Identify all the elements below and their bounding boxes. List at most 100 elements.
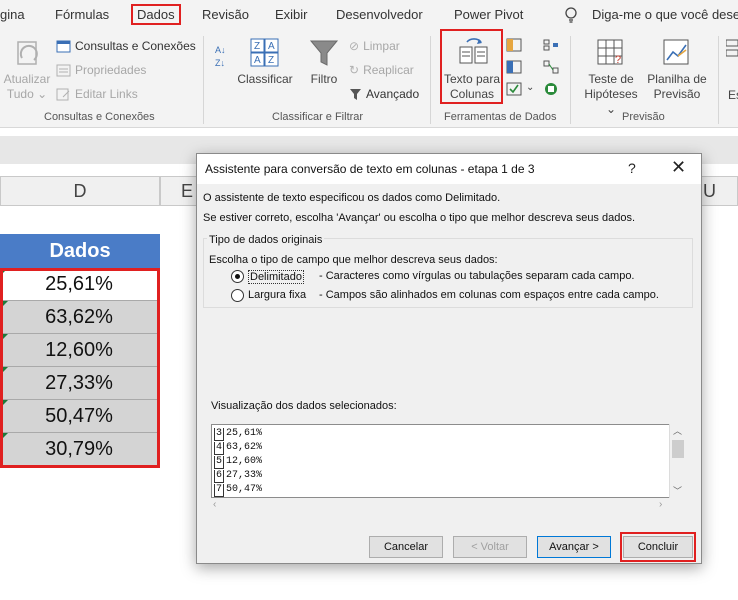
tab-revisao[interactable]: Revisão [202,7,249,22]
preview-vertical-scrollbar[interactable]: ︿ ﹀ [669,424,685,498]
preview-row: 6 27,33% [214,470,262,483]
atualizar-label-2: Tudo ⌄ [6,87,48,101]
preview-horizontal-scrollbar[interactable]: ‹ › [211,498,669,514]
dialog-info-line-1: O assistente de texto especificou os dad… [203,192,501,204]
reapply-icon: ↻ [349,63,360,77]
preview-row: 5 12,60% [214,456,262,469]
propriedades-label: Propriedades [75,63,147,77]
preview-row: 4 63,62% [214,442,262,455]
teste-hipoteses-label-1: Teste de [588,72,634,86]
reaplicar-label: Reaplicar [363,63,414,77]
data-preview-box[interactable]: 3 25,61% 4 63,62% 5 12,60% 6 27,33% 7 50,47% [211,424,685,498]
avancar-button[interactable]: Avançar > [537,536,611,558]
svg-text:A: A [254,55,261,66]
preview-row-value: 12,60% [226,456,263,467]
dialog-info-line-2: Se estiver correto, escolha 'Avançar' ou… [203,212,636,224]
preview-row-number: 7 [214,484,224,497]
preview-row-value: 50,47% [226,484,263,495]
sort-dialog-icon: Z A A Z [250,38,279,67]
ribbon-separator [203,36,204,124]
ribbon-tab-bar: gina Fórmulas Dados Revisão Exibir Desen… [0,0,738,32]
column-header-e[interactable]: E [160,176,200,206]
chevron-down-icon[interactable]: ⌄ [526,82,534,93]
preview-row-value: 63,62% [226,442,263,453]
avancado-label: Avançado [366,87,420,101]
avancado-button[interactable]: Avançado [349,84,419,104]
atualizar-tudo-button[interactable]: Atualizar Tudo ⌄ [2,72,52,102]
scroll-down-icon[interactable]: ﹀ [673,484,682,497]
texto-para-colunas-highlight [440,29,503,104]
preview-row-number: 5 [214,456,224,469]
scrollbar-thumb[interactable] [672,440,684,458]
ribbon-separator [430,36,431,124]
flash-fill-icon[interactable] [506,38,522,52]
estrutura-button[interactable]: Es [728,88,738,103]
tab-power-pivot[interactable]: Power Pivot [454,7,523,22]
filter-funnel-icon [309,40,339,66]
atualizar-label-1: Atualizar [3,72,51,86]
ribbon-separator [570,36,571,124]
cancelar-button[interactable]: Cancelar [369,536,443,558]
preview-row-value: 25,61% [226,428,263,439]
data-type-group-label: Tipo de dados originais [207,234,325,246]
reaplicar-button[interactable]: ↻ Reaplicar [349,60,414,80]
filtro-button[interactable]: Filtro [306,72,342,87]
tell-me-search[interactable]: Diga-me o que você dese [592,7,738,22]
planilha-previsao-label-2: Previsão [653,87,701,101]
relationships-icon[interactable] [543,60,559,74]
close-icon[interactable]: ✕ [671,157,686,178]
group-label-previsao: Previsão [622,111,665,123]
lightbulb-icon [565,7,577,23]
tab-exibir[interactable]: Exibir [275,7,308,22]
radio-delimitado-description: - Caracteres como vírgulas ou tabulações… [319,270,635,282]
column-header-d[interactable]: D [0,176,160,206]
preview-row: 3 25,61% [214,428,262,441]
radio-delimitado-label[interactable]: Delimitado [248,270,304,284]
dialog-title: Assistente para conversão de texto em co… [205,162,535,176]
radio-delimitado[interactable] [231,270,244,283]
svg-text:Z: Z [268,55,274,66]
data-header-cell[interactable]: Dados [0,234,160,268]
column-header-u[interactable]: U [700,176,738,206]
tab-dados[interactable]: Dados [131,4,181,25]
tab-formulas[interactable]: Fórmulas [55,7,109,22]
group-label-consultas: Consultas e Conexões [44,111,155,123]
editar-links-label: Editar Links [75,87,138,101]
advanced-filter-icon [350,88,361,100]
voltar-button[interactable]: < Voltar [453,536,527,558]
group-label-ferramentas: Ferramentas de Dados [444,111,557,123]
tab-pagina[interactable]: gina [0,7,25,22]
preview-row: 7 50,47% [214,484,262,497]
radio-largura-fixa-label[interactable]: Largura fixa [248,289,306,301]
ribbon-separator [718,36,719,124]
scroll-left-icon[interactable]: ‹ [213,499,216,510]
data-model-icon[interactable] [543,82,559,96]
limpar-button[interactable]: ⊘ Limpar [349,36,400,56]
scroll-up-icon[interactable]: ︿ [673,424,682,437]
svg-text:Z↓: Z↓ [215,58,225,68]
help-button[interactable]: ? [628,160,636,176]
data-validation-icon[interactable] [506,82,522,96]
editar-links-button[interactable]: Editar Links [56,84,138,104]
planilha-previsao-button[interactable]: Planilha de Previsão [646,72,708,102]
consolidate-icon[interactable] [543,38,559,52]
preview-label: Visualização dos dados selecionados: [211,400,397,412]
radio-largura-fixa[interactable] [231,289,244,302]
sort-az-icon[interactable]: A↓ Z↓ [214,42,232,70]
concluir-highlight [620,532,696,562]
consultas-conexoes-button[interactable]: Consultas e Conexões [56,36,196,56]
radio-largura-fixa-description: - Campos são alinhados em colunas com es… [319,289,659,301]
dialog-title-bar[interactable]: Assistente para conversão de texto em co… [197,154,701,184]
properties-icon [56,64,71,76]
scroll-right-icon[interactable]: › [659,499,662,510]
propriedades-button[interactable]: Propriedades [56,60,146,80]
svg-text:Z: Z [254,41,260,52]
tab-desenvolvedor[interactable]: Desenvolvedor [336,7,423,22]
ribbon: Atualizar Tudo ⌄ Consultas e Conexões Pr… [0,29,738,128]
preview-row-number: 3 [214,428,224,441]
what-if-analysis-icon: ? [597,39,623,66]
forecast-sheet-icon [663,39,689,65]
remove-duplicates-icon[interactable] [506,60,522,74]
classificar-button[interactable]: Classificar [236,72,294,87]
outline-icon [726,39,738,57]
